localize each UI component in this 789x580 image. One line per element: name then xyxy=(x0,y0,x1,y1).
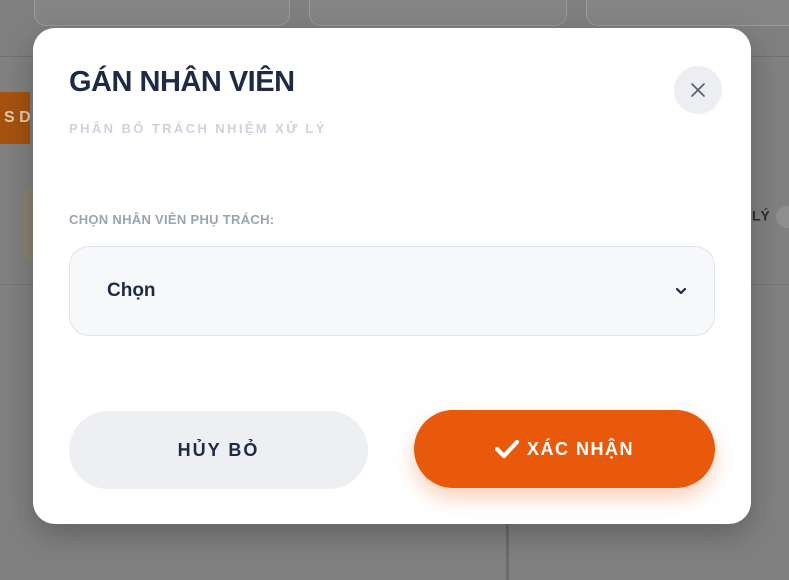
cancel-button-label: HỦY BỎ xyxy=(177,439,260,460)
background-side-label: LÝ xyxy=(752,206,789,228)
background-column-divider xyxy=(506,520,509,580)
confirm-button[interactable]: XÁC NHẬN xyxy=(414,410,715,488)
background-field xyxy=(34,0,290,26)
assign-staff-modal: GÁN NHÂN VIÊN PHÂN BỔ TRÁCH NHIỆM XỬ LÝ … xyxy=(33,28,751,524)
background-field xyxy=(586,0,789,26)
background-field xyxy=(309,0,567,26)
modal-title: GÁN NHÂN VIÊN xyxy=(69,66,295,98)
staff-select-value: Chọn xyxy=(107,280,156,301)
background-pill xyxy=(775,206,789,228)
background-orange-tag: S DA xyxy=(0,92,30,144)
modal-subtitle: PHÂN BỔ TRÁCH NHIỆM XỬ LÝ xyxy=(69,121,327,136)
background-side-text: LÝ xyxy=(752,207,770,224)
cancel-button[interactable]: HỦY BỎ xyxy=(69,411,368,489)
close-icon xyxy=(691,83,705,97)
staff-select-label: CHỌN NHÂN VIÊN PHỤ TRÁCH: xyxy=(69,212,275,227)
close-button[interactable] xyxy=(674,66,722,114)
chevron-down-icon xyxy=(675,287,687,295)
confirm-button-label: XÁC NHẬN xyxy=(526,438,634,459)
check-icon xyxy=(494,439,519,459)
staff-select[interactable]: Chọn xyxy=(69,246,715,336)
